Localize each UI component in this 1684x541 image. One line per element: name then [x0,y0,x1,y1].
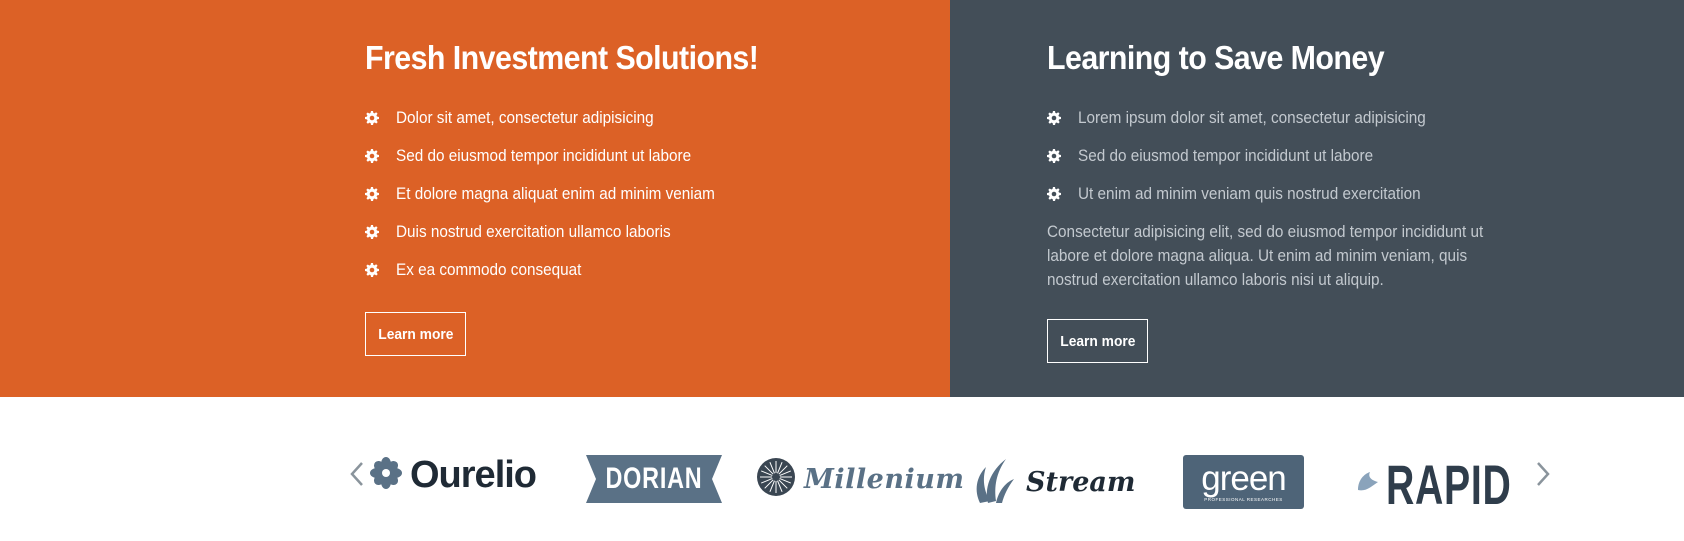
chevron-right-icon [1536,461,1550,492]
leaf-icon [972,455,1016,510]
dorian-logo: DORIAN [586,455,722,503]
gear-icon [1047,187,1061,201]
list-item: Sed do eiusmod tempor incididunt ut labo… [365,137,925,175]
rapid-wordmark: RAPID [1386,453,1512,516]
gear-icon [365,149,379,163]
list-item-text: Dolor sit amet, consectetur adipisicing [396,108,654,127]
millenium-logo: Millenium [756,457,964,502]
list-item-text: Sed do eiusmod tempor incididunt ut labo… [396,146,692,165]
investment-panel-content: Fresh Investment Solutions! Dolor sit am… [365,36,925,289]
list-item-text: Ut enim ad minim veniam quis nostrud exe… [1078,184,1421,203]
dorian-banner: DORIAN [586,455,722,503]
list-item-text: Duis nostrud exercitation ullamco labori… [396,222,671,241]
investment-panel: Fresh Investment Solutions! Dolor sit am… [0,0,950,397]
millenium-wordmark: Millenium [804,464,965,495]
investment-feature-list: Dolor sit amet, consectetur adipisicing … [365,99,925,289]
stream-wordmark: Stream [1026,467,1136,498]
promo-panels: Fresh Investment Solutions! Dolor sit am… [0,0,1684,397]
investment-panel-title: Fresh Investment Solutions! [365,39,759,76]
flower-icon [370,456,402,494]
list-item-text: Lorem ipsum dolor sit amet, consectetur … [1078,108,1426,127]
gear-icon [365,187,379,201]
list-item: Dolor sit amet, consectetur adipisicing [365,99,925,137]
gear-icon [1047,111,1061,125]
saving-feature-list: Lorem ipsum dolor sit amet, consectetur … [1047,99,1557,213]
green-tagline: PROFESSIONAL RESEARCHES [1204,496,1283,502]
list-item: Duis nostrud exercitation ullamco labori… [365,213,925,251]
gear-icon [365,263,379,277]
dorian-wordmark: DORIAN [605,462,703,495]
carousel-prev-button[interactable] [346,461,368,491]
list-item-text: Sed do eiusmod tempor incididunt ut labo… [1078,146,1374,165]
saving-panel-title: Learning to Save Money [1047,39,1385,76]
saving-learn-more-button[interactable]: Learn more [1047,319,1148,363]
saving-panel-content: Learning to Save Money Lorem ipsum dolor… [1047,36,1557,292]
gear-icon [365,225,379,239]
button-label: Learn more [377,325,454,343]
carousel-next-button[interactable] [1532,461,1554,491]
list-item-text: Et dolore magna aliquat enim ad minim ve… [396,184,715,203]
green-badge: green PROFESSIONAL RESEARCHES [1183,455,1304,509]
list-item: Ex ea commodo consequat [365,251,925,289]
list-item: Lorem ipsum dolor sit amet, consectetur … [1047,99,1557,137]
list-item-text: Ex ea commodo consequat [396,260,582,279]
saving-panel: Learning to Save Money Lorem ipsum dolor… [950,0,1684,397]
list-item: Sed do eiusmod tempor incididunt ut labo… [1047,137,1557,175]
partner-logos-carousel: Ourelio DORIAN Millenium Stream green PR… [0,397,1684,541]
gear-icon [1047,149,1061,163]
green-wordmark: green [1201,458,1287,498]
gear-icon [365,111,379,125]
chevron-left-icon [350,461,364,492]
bird-icon [1356,470,1380,501]
green-logo: green PROFESSIONAL RESEARCHES [1183,455,1304,509]
list-item: Ut enim ad minim veniam quis nostrud exe… [1047,175,1557,213]
ourelio-wordmark: Ourelio [410,453,537,496]
stream-logo: Stream [972,455,1135,510]
sunburst-icon [756,457,796,502]
investment-learn-more-button[interactable]: Learn more [365,312,466,356]
list-item: Et dolore magna aliquat enim ad minim ve… [365,175,925,213]
saving-panel-paragraph: Consectetur adipisicing elit, sed do eiu… [1047,222,1484,289]
button-label: Learn more [1059,332,1136,350]
ourelio-logo: Ourelio [370,453,537,496]
